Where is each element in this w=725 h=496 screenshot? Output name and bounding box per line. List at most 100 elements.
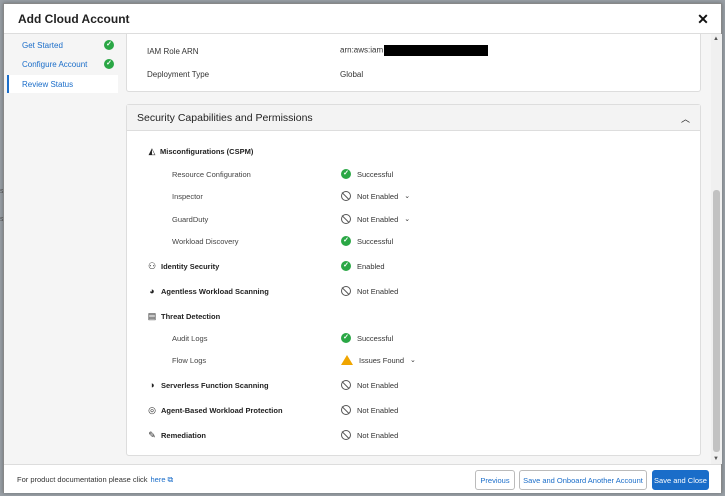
capability-row: Flow Logs Issues Found ⌄ <box>127 355 700 369</box>
capability-row: Workload Discovery ✓ Successful <box>127 236 700 250</box>
capability-row: ◕ Agentless Workload Scanning Not Enable… <box>127 286 700 300</box>
status-badge: Not Enabled <box>341 430 398 440</box>
check-circle-icon: ✓ <box>341 169 351 179</box>
not-enabled-icon <box>341 191 351 201</box>
status-text: Successful <box>357 333 394 343</box>
status-text: Successful <box>357 236 394 246</box>
agent-icon: ◎ <box>148 405 156 415</box>
status-text: Issues Found <box>359 355 405 365</box>
previous-button[interactable]: Previous <box>475 470 515 490</box>
status-text: Enabled <box>357 261 385 271</box>
capability-label: Agent-Based Workload Protection <box>161 406 283 415</box>
step-label: Configure Account <box>22 59 88 69</box>
not-enabled-icon <box>341 286 351 296</box>
capability-label: Serverless Function Scanning <box>161 381 269 390</box>
status-text: Not Enabled <box>357 214 399 224</box>
check-circle-icon: ✓ <box>341 333 351 343</box>
capability-row: Resource Configuration ✓ Successful <box>127 169 700 183</box>
capability-label: Remediation <box>161 431 207 440</box>
iam-role-label: IAM Role ARN <box>147 47 199 56</box>
status-text: Not Enabled <box>357 430 399 440</box>
status-text: Not Enabled <box>357 286 399 296</box>
scan-icon: ◕ <box>149 286 155 296</box>
capability-row: Inspector Not Enabled ⌄ <box>127 191 700 205</box>
capability-label: GuardDuty <box>172 215 209 224</box>
iam-role-value: arn:aws:iam <box>340 45 489 56</box>
capability-label: Inspector <box>172 192 203 201</box>
scrollbar-thumb[interactable] <box>713 190 720 452</box>
remediation-icon: ✎ <box>148 430 156 440</box>
deployment-type-label: Deployment Type <box>147 70 210 79</box>
status-text: Not Enabled <box>357 405 399 415</box>
deployment-type-value: Global <box>340 70 364 79</box>
step-configure-account[interactable]: Configure Account ✓ <box>7 55 118 73</box>
review-status-content: IAM Role ARN arn:aws:iam Deployment Type… <box>118 34 711 464</box>
security-capabilities-panel: Security Capabilities and Permissions ︿ … <box>126 104 701 456</box>
modal-title: Add Cloud Account <box>18 11 130 26</box>
scroll-down-icon[interactable]: ▼ <box>713 456 719 462</box>
save-and-onboard-another-button[interactable]: Save and Onboard Another Account <box>519 470 647 490</box>
identity-icon: ⚇ <box>147 261 157 271</box>
not-enabled-icon <box>341 430 351 440</box>
modal-footer: For product documentation please click he… <box>4 464 721 493</box>
check-circle-icon: ✓ <box>341 236 351 246</box>
status-badge: Not Enabled <box>341 380 398 390</box>
not-enabled-icon <box>341 405 351 415</box>
status-badge: ✓ Successful <box>341 236 393 246</box>
capability-label: Flow Logs <box>172 356 207 365</box>
capability-row: ◑ Serverless Function Scanning Not Enabl… <box>127 380 700 394</box>
step-review-status[interactable]: Review Status <box>7 75 118 93</box>
status-badge: Not Enabled <box>341 405 398 415</box>
cspm-icon: ◭ <box>148 146 156 156</box>
check-icon: ✓ <box>104 59 114 69</box>
chevron-down-icon[interactable]: ⌄ <box>404 215 410 223</box>
threat-icon: ▤ <box>147 311 157 321</box>
chevron-down-icon[interactable]: ⌄ <box>404 192 410 200</box>
status-badge: Not Enabled <box>341 286 398 296</box>
capability-row: ✎ Remediation Not Enabled <box>127 430 700 444</box>
capability-label: Identity Security <box>161 262 220 271</box>
redacted-block <box>384 45 489 56</box>
capability-label: Threat Detection <box>161 312 221 321</box>
documentation-link[interactable]: here <box>151 475 166 484</box>
section-header[interactable]: Security Capabilities and Permissions ︿ <box>127 105 700 131</box>
step-get-started[interactable]: Get Started ✓ <box>7 36 118 54</box>
close-icon[interactable]: ✕ <box>695 11 711 27</box>
iam-role-text: arn:aws:iam <box>340 45 384 55</box>
capability-label: Workload Discovery <box>172 237 239 246</box>
chevron-down-icon[interactable]: ⌄ <box>410 356 416 364</box>
capability-label: Resource Configuration <box>172 170 251 179</box>
capability-label: Audit Logs <box>172 334 208 343</box>
status-badge: ✓ Enabled <box>341 261 385 271</box>
capability-row: ◭ Misconfigurations (CSPM) <box>127 146 700 160</box>
status-badge: Issues Found ⌄ <box>341 355 416 365</box>
warning-icon <box>341 355 353 365</box>
chevron-up-icon[interactable]: ︿ <box>681 112 690 125</box>
step-label: Review Status <box>22 79 74 89</box>
modal-header: Add Cloud Account ✕ <box>4 4 721 34</box>
status-badge: ✓ Successful <box>341 169 393 179</box>
capability-row: ⚇ Identity Security ✓ Enabled <box>127 261 700 275</box>
status-badge: Not Enabled ⌄ <box>341 214 410 224</box>
status-badge: ✓ Successful <box>341 333 393 343</box>
save-and-close-button[interactable]: Save and Close <box>652 470 709 490</box>
status-badge: Not Enabled ⌄ <box>341 191 410 201</box>
status-text: Not Enabled <box>357 380 399 390</box>
vertical-scrollbar[interactable]: ▲ ▼ <box>711 34 722 464</box>
documentation-note: For product documentation please click he… <box>17 475 173 485</box>
account-details-panel: IAM Role ARN arn:aws:iam Deployment Type… <box>126 34 701 92</box>
documentation-text: For product documentation please click <box>17 475 148 484</box>
section-title: Security Capabilities and Permissions <box>137 111 313 124</box>
scroll-up-icon[interactable]: ▲ <box>713 36 719 42</box>
capability-label: Agentless Workload Scanning <box>161 287 269 296</box>
capability-row: ◎ Agent-Based Workload Protection Not En… <box>127 405 700 419</box>
not-enabled-icon <box>341 380 351 390</box>
capability-label: Misconfigurations (CSPM) <box>160 147 254 156</box>
capability-row: GuardDuty Not Enabled ⌄ <box>127 214 700 228</box>
capability-row: Audit Logs ✓ Successful <box>127 333 700 347</box>
external-link-icon[interactable]: ⧉ <box>168 475 174 484</box>
step-label: Get Started <box>22 40 63 50</box>
wizard-steps-sidebar: Get Started ✓ Configure Account ✓ Review… <box>4 34 118 464</box>
status-text: Not Enabled <box>357 191 399 201</box>
check-circle-icon: ✓ <box>341 261 351 271</box>
